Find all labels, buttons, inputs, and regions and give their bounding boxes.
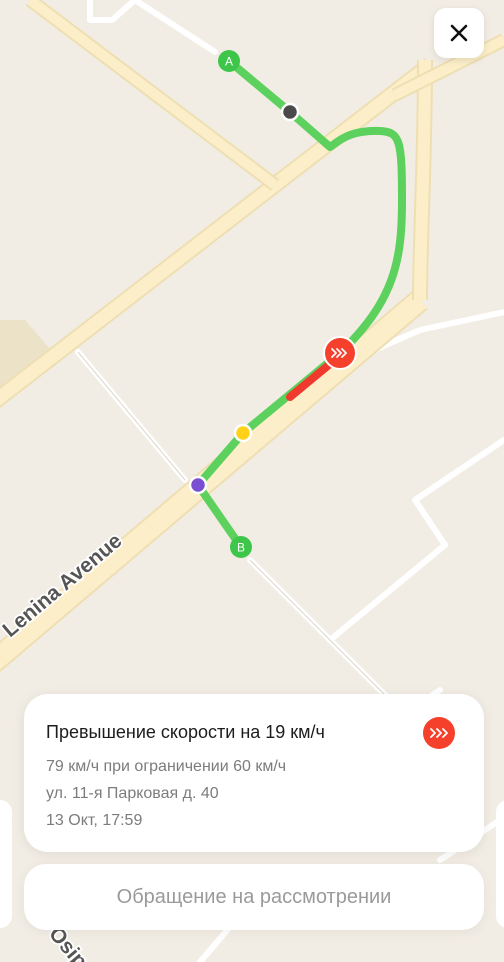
violation-address: ул. 11-я Парковая д. 40: [46, 785, 219, 802]
violation-card[interactable]: Превышение скорости на 19 км/ч 79 км/ч п…: [24, 694, 484, 852]
marker-end[interactable]: B: [230, 536, 252, 558]
svg-text:B: B: [237, 541, 245, 555]
side-card-right[interactable]: [496, 800, 504, 928]
side-card-left[interactable]: [0, 800, 12, 928]
waypoint-purple: [188, 475, 208, 495]
waypoint-gray: [280, 102, 300, 122]
close-icon: [450, 24, 468, 42]
speed-chevrons-icon: [423, 717, 455, 749]
speed-detail: 79 км/ч при ограничении 60 км/ч: [46, 758, 287, 775]
violation-datetime: 13 Окт, 17:59: [46, 812, 143, 829]
appeal-status-button[interactable]: Обращение на рассмотрении: [24, 864, 484, 930]
close-button[interactable]: [434, 8, 484, 58]
violation-title: Превышение скорости на 19 км/ч: [46, 722, 325, 742]
appeal-status-label: Обращение на рассмотрении: [116, 885, 392, 908]
svg-text:A: A: [225, 55, 233, 69]
speeding-marker[interactable]: [323, 336, 357, 370]
waypoint-yellow: [233, 423, 253, 443]
marker-start[interactable]: A: [218, 50, 240, 72]
